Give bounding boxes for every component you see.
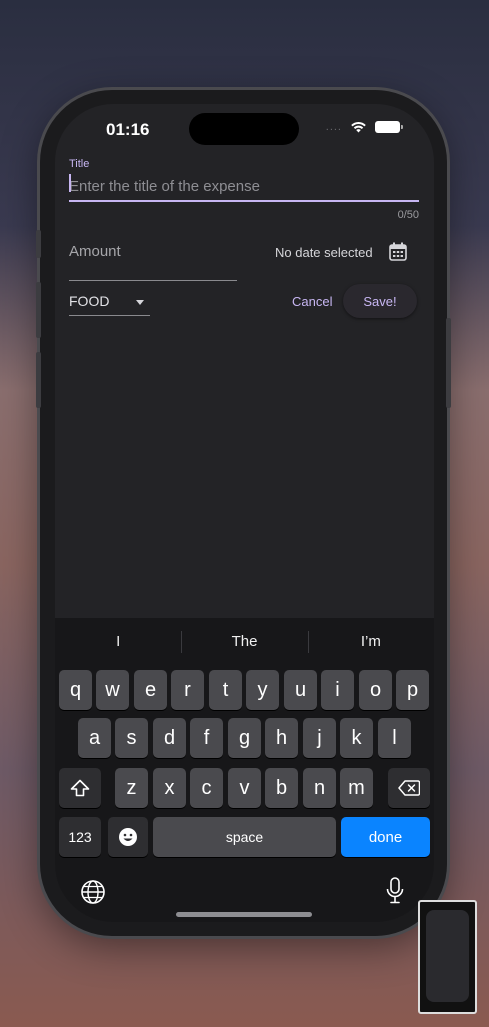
thumbnail-preview xyxy=(426,910,469,1002)
key-s[interactable]: s xyxy=(115,718,148,758)
suggestion-bar: I The I’m xyxy=(55,618,434,664)
key-o[interactable]: o xyxy=(359,670,392,710)
done-key[interactable]: done xyxy=(341,817,430,857)
key-d[interactable]: d xyxy=(153,718,186,758)
key-e[interactable]: e xyxy=(134,670,167,710)
wifi-icon xyxy=(351,122,366,133)
key-h[interactable]: h xyxy=(265,718,298,758)
battery-icon xyxy=(375,120,403,133)
suggestion-item[interactable]: I’m xyxy=(307,630,434,653)
microphone-icon[interactable] xyxy=(386,877,404,905)
home-indicator[interactable] xyxy=(176,912,312,917)
save-button[interactable]: Save! xyxy=(343,284,417,318)
emoji-icon xyxy=(119,828,137,846)
status-icons: .... xyxy=(325,120,403,133)
key-p[interactable]: p xyxy=(396,670,429,710)
status-time: 01:16 xyxy=(106,120,150,139)
key-t[interactable]: t xyxy=(209,670,242,710)
key-g[interactable]: g xyxy=(228,718,261,758)
key-w[interactable]: w xyxy=(96,670,129,710)
keyboard: I The I’m q w e r t y u i o p a s d f g … xyxy=(55,618,434,922)
key-j[interactable]: j xyxy=(303,718,336,758)
amount-field-label: Amount xyxy=(69,243,121,260)
numbers-key[interactable]: 123 xyxy=(59,817,101,857)
key-x[interactable]: x xyxy=(153,768,186,808)
cancel-button[interactable]: Cancel xyxy=(292,294,332,309)
date-display: No date selected xyxy=(275,245,373,260)
category-dropdown[interactable]: FOOD xyxy=(69,288,150,316)
key-l[interactable]: l xyxy=(378,718,411,758)
dropdown-arrow-icon xyxy=(136,300,144,305)
key-y[interactable]: y xyxy=(246,670,279,710)
key-c[interactable]: c xyxy=(190,768,223,808)
suggestion-item[interactable]: I xyxy=(55,633,181,650)
key-z[interactable]: z xyxy=(115,768,148,808)
shift-key[interactable] xyxy=(59,768,101,808)
key-r[interactable]: r xyxy=(171,670,204,710)
key-m[interactable]: m xyxy=(340,768,373,808)
space-key[interactable]: space xyxy=(153,817,336,857)
key-v[interactable]: v xyxy=(228,768,261,808)
suggestion-item[interactable]: The xyxy=(181,630,307,653)
amount-input[interactable]: Amount xyxy=(69,237,237,281)
key-k[interactable]: k xyxy=(340,718,373,758)
volume-down-button xyxy=(36,352,41,408)
key-i[interactable]: i xyxy=(321,670,354,710)
title-char-counter: 0/50 xyxy=(397,209,419,221)
signal-icon: .... xyxy=(325,120,342,133)
key-b[interactable]: b xyxy=(265,768,298,808)
phone-screen: 01:16 .... Title 0/50 Amount No date sel… xyxy=(55,104,434,922)
key-u[interactable]: u xyxy=(284,670,317,710)
key-a[interactable]: a xyxy=(78,718,111,758)
key-f[interactable]: f xyxy=(190,718,223,758)
calendar-icon[interactable] xyxy=(389,242,407,261)
globe-icon[interactable] xyxy=(80,879,106,905)
dynamic-island xyxy=(189,113,299,145)
key-n[interactable]: n xyxy=(303,768,336,808)
side-button xyxy=(36,230,41,258)
delete-key[interactable] xyxy=(388,768,430,808)
screenshot-thumbnail[interactable] xyxy=(418,900,477,1014)
delete-icon xyxy=(398,780,420,796)
text-cursor xyxy=(69,174,71,192)
key-q[interactable]: q xyxy=(59,670,92,710)
category-value: FOOD xyxy=(69,293,110,309)
title-input[interactable] xyxy=(69,172,419,202)
volume-up-button xyxy=(36,282,41,338)
title-field-label: Title xyxy=(69,158,90,170)
emoji-key[interactable] xyxy=(108,817,148,857)
shift-icon xyxy=(70,779,90,797)
power-button xyxy=(446,318,451,408)
